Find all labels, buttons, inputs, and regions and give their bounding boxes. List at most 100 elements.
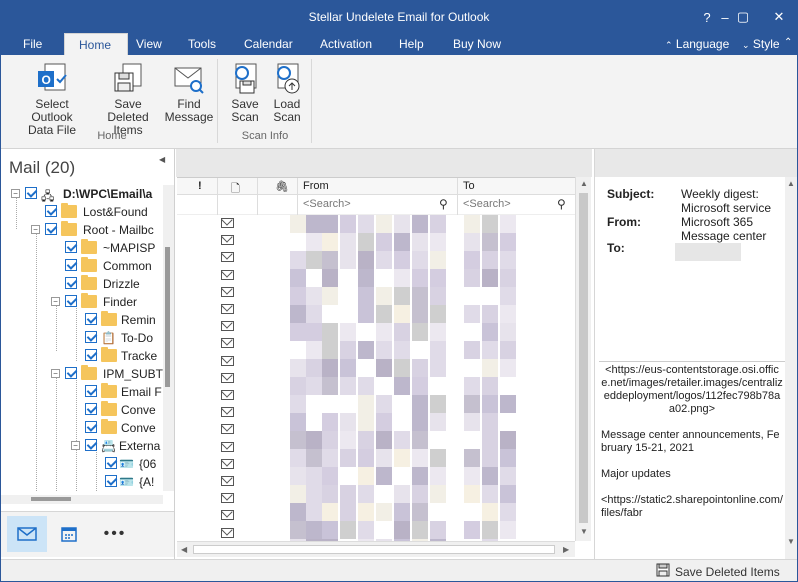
redaction-block [482, 305, 498, 323]
mail-list-header-strip [176, 149, 592, 177]
scroll-thumb[interactable] [165, 247, 170, 387]
menu-buy-now[interactable]: Buy Now [453, 37, 501, 51]
redaction-block [394, 503, 410, 521]
scroll-thumb[interactable] [193, 545, 555, 554]
checkbox[interactable] [105, 457, 117, 469]
style-dropdown[interactable]: ⌄ Style [742, 37, 780, 51]
ribbon-collapse-icon[interactable]: ⌃ [784, 37, 792, 48]
menu-view[interactable]: View [136, 37, 162, 51]
redaction-block [322, 377, 338, 395]
redaction-block [322, 467, 338, 485]
column-to[interactable]: To [463, 180, 475, 192]
mail-list-vscrollbar[interactable]: ▲ ▼ [575, 177, 591, 541]
nav-mail-button[interactable] [7, 516, 47, 552]
search-from-input[interactable]: <Search> [303, 198, 351, 210]
scroll-up-icon[interactable]: ▲ [580, 179, 588, 188]
redaction-block [430, 341, 446, 359]
subject-value: Weekly digest: Microsoft service [681, 187, 772, 215]
from-label: From: [607, 215, 641, 229]
save-deleted-items-button[interactable]: Save Deleted Items [93, 61, 163, 137]
redaction-block [464, 305, 480, 323]
scroll-up-icon[interactable]: ▲ [787, 179, 795, 188]
menu-activation[interactable]: Activation [320, 37, 372, 51]
menu-tools[interactable]: Tools [188, 37, 216, 51]
checkbox[interactable] [85, 349, 97, 361]
save-deleted-items-status-button[interactable]: Save Deleted Items [675, 565, 780, 579]
search-icon[interactable]: ⚲ [557, 197, 566, 211]
redaction-block [290, 251, 306, 269]
redaction-block [394, 485, 410, 503]
checkbox[interactable] [85, 439, 97, 451]
redaction-block [482, 467, 498, 485]
redaction-block [430, 521, 446, 539]
checkbox[interactable] [85, 403, 97, 415]
scroll-right-icon[interactable]: ▶ [563, 545, 569, 554]
folder-tree-scrollbar[interactable] [163, 185, 174, 491]
select-outlook-data-file-button[interactable]: O Select Outlook Data File [13, 61, 91, 137]
search-icon[interactable]: ⚲ [439, 197, 448, 211]
nav-calendar-button[interactable] [49, 516, 89, 552]
redaction-block [306, 215, 322, 233]
column-attachment[interactable]: 🖇 [275, 180, 289, 193]
load-scan-button[interactable]: Load Scan [267, 61, 307, 124]
redaction-block [340, 359, 356, 377]
collapse-icon[interactable]: − [51, 297, 60, 306]
checkbox[interactable] [85, 331, 97, 343]
menu-file[interactable]: File [23, 37, 42, 51]
checkbox[interactable] [65, 367, 77, 379]
mail-list-hscrollbar[interactable]: ◀ ▶ [177, 541, 575, 557]
column-importance[interactable]: ! [198, 180, 202, 192]
redaction-block [358, 485, 374, 503]
scroll-down-icon[interactable]: ▼ [580, 527, 588, 536]
redaction-block [394, 269, 410, 287]
checkbox[interactable] [65, 277, 77, 289]
redaction-block [340, 233, 356, 251]
folder-pane-header: Mail (20) ◀ [1, 149, 174, 177]
checkbox[interactable] [85, 421, 97, 433]
redaction-block [358, 215, 374, 233]
menu-help[interactable]: Help [399, 37, 424, 51]
checkbox[interactable] [45, 223, 57, 235]
checkbox[interactable] [85, 385, 97, 397]
search-to-input[interactable]: <Search> [463, 198, 511, 210]
menu-home[interactable]: Home [64, 33, 129, 55]
redaction-block [358, 251, 374, 269]
checkbox[interactable] [85, 313, 97, 325]
redaction-block [358, 269, 374, 287]
scroll-left-icon[interactable]: ◀ [181, 545, 187, 554]
app-window: Stellar Undelete Email for Outlook ? – ▢… [0, 0, 798, 582]
envelope-icon [221, 372, 234, 383]
folder-tree-hscrollbar[interactable] [1, 495, 163, 504]
scroll-thumb[interactable] [579, 193, 588, 523]
save-scan-button[interactable]: Save Scan [225, 61, 265, 124]
maximize-button[interactable]: ▢ [725, 1, 761, 33]
menu-calendar[interactable]: Calendar [244, 37, 293, 51]
scroll-down-icon[interactable]: ▼ [787, 537, 795, 546]
redaction-block [430, 395, 446, 413]
checkbox[interactable] [45, 205, 57, 217]
collapse-pane-icon[interactable]: ◀ [159, 155, 165, 164]
redaction-block [322, 215, 338, 233]
scroll-thumb[interactable] [31, 497, 71, 501]
find-message-button[interactable]: Find Message [164, 61, 214, 124]
close-button[interactable]: ✕ [761, 1, 797, 33]
checkbox[interactable] [65, 259, 77, 271]
collapse-icon[interactable]: − [11, 189, 20, 198]
checkbox[interactable] [65, 295, 77, 307]
language-dropdown[interactable]: ⌃ Language [665, 37, 729, 51]
collapse-icon[interactable]: − [31, 225, 40, 234]
more-options-icon[interactable]: ••• [95, 516, 135, 552]
checkbox[interactable] [65, 241, 77, 253]
column-from[interactable]: From [303, 180, 329, 192]
preview-vscrollbar[interactable]: ▲ ▼ [785, 177, 797, 559]
mail-count-title: Mail (20) [9, 158, 76, 177]
redaction-block [322, 341, 338, 359]
redaction-block [306, 485, 322, 503]
folder-icon [81, 293, 97, 308]
redaction-block [340, 215, 356, 233]
task-list-icon: 📋 [101, 331, 116, 345]
collapse-icon[interactable]: − [51, 369, 60, 378]
checkbox[interactable] [105, 475, 117, 487]
collapse-icon[interactable]: − [71, 441, 80, 450]
checkbox[interactable] [25, 187, 37, 199]
